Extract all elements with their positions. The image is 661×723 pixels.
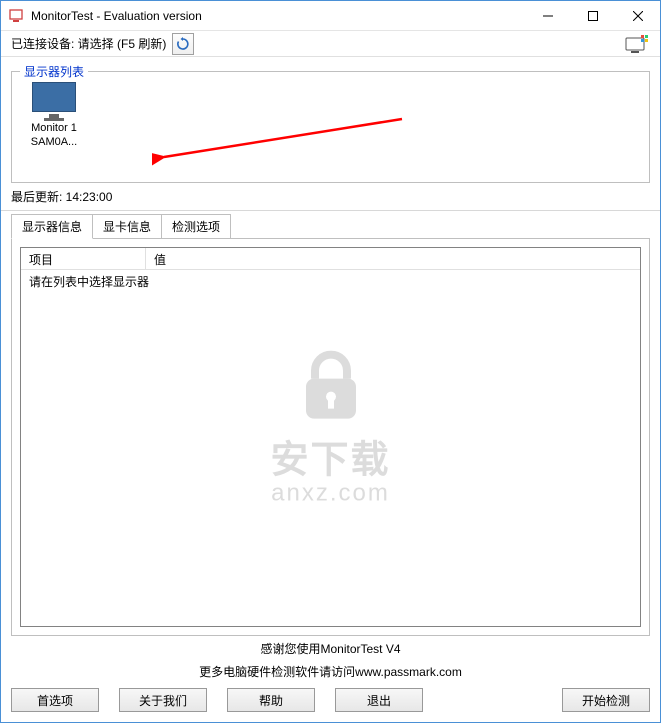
last-update-label: 最后更新: 14:23:00	[1, 183, 660, 209]
titlebar: MonitorTest - Evaluation version	[1, 1, 660, 31]
window-controls	[525, 1, 660, 30]
lock-icon	[299, 351, 361, 423]
divider	[1, 210, 660, 211]
refresh-icon	[176, 37, 190, 51]
window-title: MonitorTest - Evaluation version	[31, 9, 525, 23]
refresh-button[interactable]	[172, 33, 194, 55]
app-window: MonitorTest - Evaluation version 已连接设备: …	[0, 0, 661, 723]
help-button[interactable]: 帮助	[227, 688, 315, 712]
minimize-button[interactable]	[525, 1, 570, 31]
tab-panel: 项目 值 请在列表中选择显示器 安下载 anxz.com	[11, 238, 650, 636]
monitor-item[interactable]: Monitor 1 SAM0A...	[22, 82, 86, 176]
button-row: 首选项 关于我们 帮助 退出 开始检测	[1, 682, 660, 722]
watermark: 安下载 anxz.com	[270, 351, 390, 508]
column-item[interactable]: 项目	[21, 248, 146, 269]
footer-thanks: 感谢您使用MonitorTest V4	[1, 636, 660, 659]
watermark-text-2: anxz.com	[270, 480, 390, 508]
monitor-list: Monitor 1 SAM0A...	[12, 72, 649, 182]
listview-placeholder: 请在列表中选择显示器	[21, 270, 640, 293]
column-value[interactable]: 值	[146, 248, 640, 269]
connected-device-label: 已连接设备: 请选择 (F5 刷新)	[11, 35, 166, 52]
app-icon	[9, 8, 25, 24]
listview[interactable]: 项目 值 请在列表中选择显示器 安下载 anxz.com	[20, 247, 641, 627]
monitor-name: Monitor 1	[22, 121, 86, 135]
maximize-button[interactable]	[570, 1, 615, 31]
footer-more-prefix: 更多电脑硬件检测软件请访问	[199, 665, 355, 679]
start-test-button[interactable]: 开始检测	[562, 688, 650, 712]
footer-more: 更多电脑硬件检测软件请访问www.passmark.com	[1, 659, 660, 682]
close-button[interactable]	[615, 1, 660, 31]
footer-link[interactable]: www.passmark.com	[355, 665, 462, 679]
tab-monitor-info[interactable]: 显示器信息	[11, 214, 93, 239]
passmark-icon[interactable]	[624, 34, 650, 54]
tab-gpu-info[interactable]: 显卡信息	[92, 214, 162, 238]
preferences-button[interactable]: 首选项	[11, 688, 99, 712]
device-row: 已连接设备: 请选择 (F5 刷新)	[1, 31, 660, 57]
listview-header: 项目 值	[21, 248, 640, 270]
annotation-arrow	[152, 117, 412, 167]
monitor-icon	[22, 82, 86, 121]
tabstrip: 显示器信息 显卡信息 检测选项	[11, 214, 650, 238]
monitor-model: SAM0A...	[22, 135, 86, 149]
monitor-list-panel: 显示器列表 Monitor 1 SAM0A...	[11, 71, 650, 183]
about-button[interactable]: 关于我们	[119, 688, 207, 712]
exit-button[interactable]: 退出	[335, 688, 423, 712]
watermark-text-1: 安下载	[270, 429, 390, 484]
tab-test-options[interactable]: 检测选项	[161, 214, 231, 238]
